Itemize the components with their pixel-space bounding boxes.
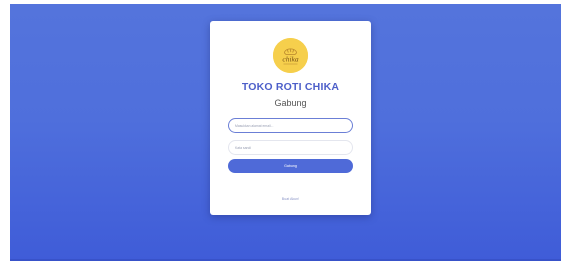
login-button[interactable]: Gabung <box>228 159 353 173</box>
email-placeholder: Masukkan alamat email... <box>235 123 274 128</box>
store-name: TOKO ROTI CHIKA <box>241 81 340 93</box>
form-title: Gabung <box>274 98 307 108</box>
login-button-label: Gabung <box>284 164 297 168</box>
password-input[interactable]: Kata sandi <box>228 140 353 155</box>
logo-text: chika <box>282 55 298 64</box>
page-background: chika TOKO ROTI CHIKA Gabung Masukkan al… <box>10 4 561 261</box>
register-link[interactable]: Buat Akun! <box>210 197 371 201</box>
password-placeholder: Kata sandi <box>235 145 252 150</box>
email-input[interactable]: Masukkan alamat email... <box>228 118 353 133</box>
bottom-band <box>10 259 561 261</box>
login-card: chika TOKO ROTI CHIKA Gabung Masukkan al… <box>210 21 371 215</box>
bread-logo-icon: chika <box>273 38 308 73</box>
chika-logo: chika <box>273 38 308 73</box>
